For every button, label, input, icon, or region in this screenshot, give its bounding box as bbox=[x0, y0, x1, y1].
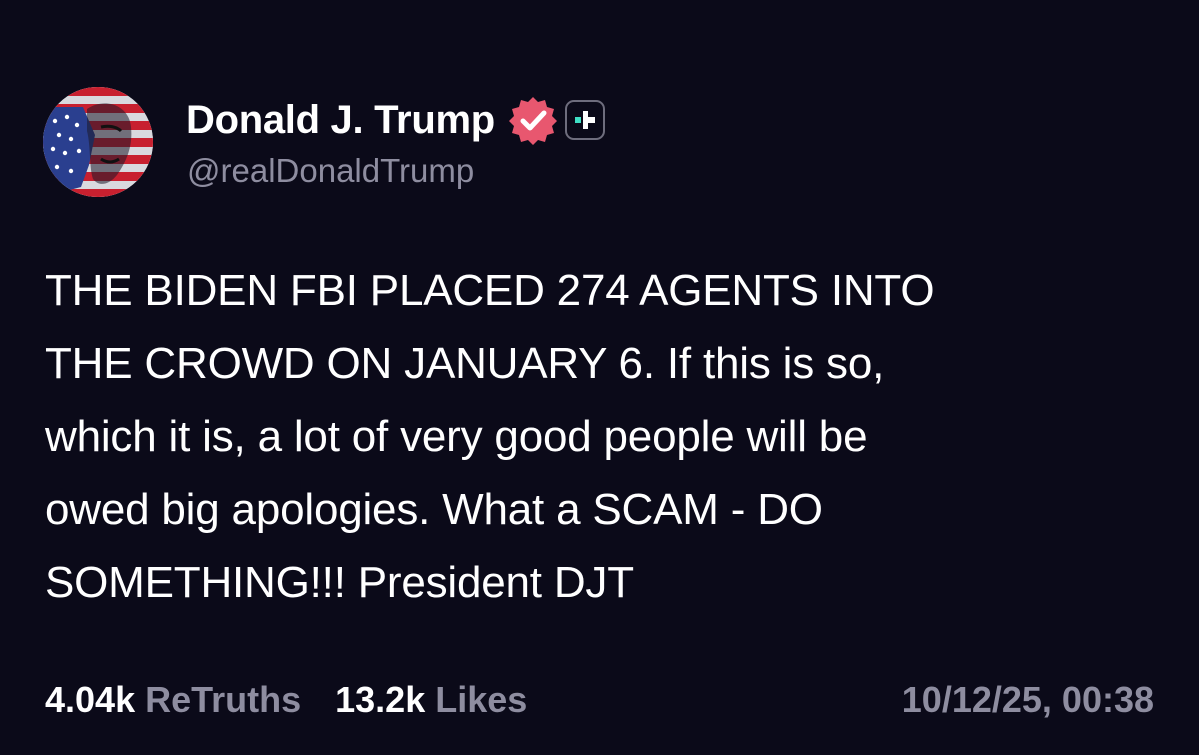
verified-badge-icon bbox=[507, 94, 559, 146]
likes-label: Likes bbox=[435, 679, 528, 720]
truth-post: Donald J. Trump @realDonaldTrump THE BID… bbox=[0, 0, 1199, 755]
post-text-line: THE CROWD ON JANUARY 6. If this is so, bbox=[45, 339, 885, 388]
post-text: THE BIDEN FBI PLACED 274 AGENTS INTO THE… bbox=[45, 254, 1155, 619]
post-text-line: owed big apologies. What a SCAM - DO bbox=[45, 485, 823, 534]
author-header: Donald J. Trump bbox=[186, 94, 605, 146]
post-text-line: THE BIDEN FBI PLACED 274 AGENTS INTO bbox=[45, 266, 935, 315]
likes-stat[interactable]: 13.2k Likes bbox=[335, 679, 527, 721]
post-text-line: SOMETHING!!! President DJT bbox=[45, 558, 634, 607]
author-handle[interactable]: @realDonaldTrump bbox=[187, 152, 474, 190]
retruths-count: 4.04k bbox=[45, 679, 136, 720]
avatar-flag-portrait-icon bbox=[43, 87, 153, 197]
author-display-name[interactable]: Donald J. Trump bbox=[186, 98, 495, 143]
avatar[interactable] bbox=[43, 87, 153, 197]
post-text-line: which it is, a lot of very good people w… bbox=[45, 412, 868, 461]
plus-badge-icon[interactable] bbox=[564, 100, 605, 140]
likes-count: 13.2k bbox=[335, 679, 426, 720]
retruths-label: ReTruths bbox=[145, 679, 302, 720]
retruths-stat[interactable]: 4.04k ReTruths bbox=[45, 679, 301, 721]
post-timestamp[interactable]: 10/12/25, 00:38 bbox=[902, 679, 1154, 721]
post-footer: 4.04k ReTruths 13.2k Likes 10/12/25, 00:… bbox=[45, 675, 1154, 725]
